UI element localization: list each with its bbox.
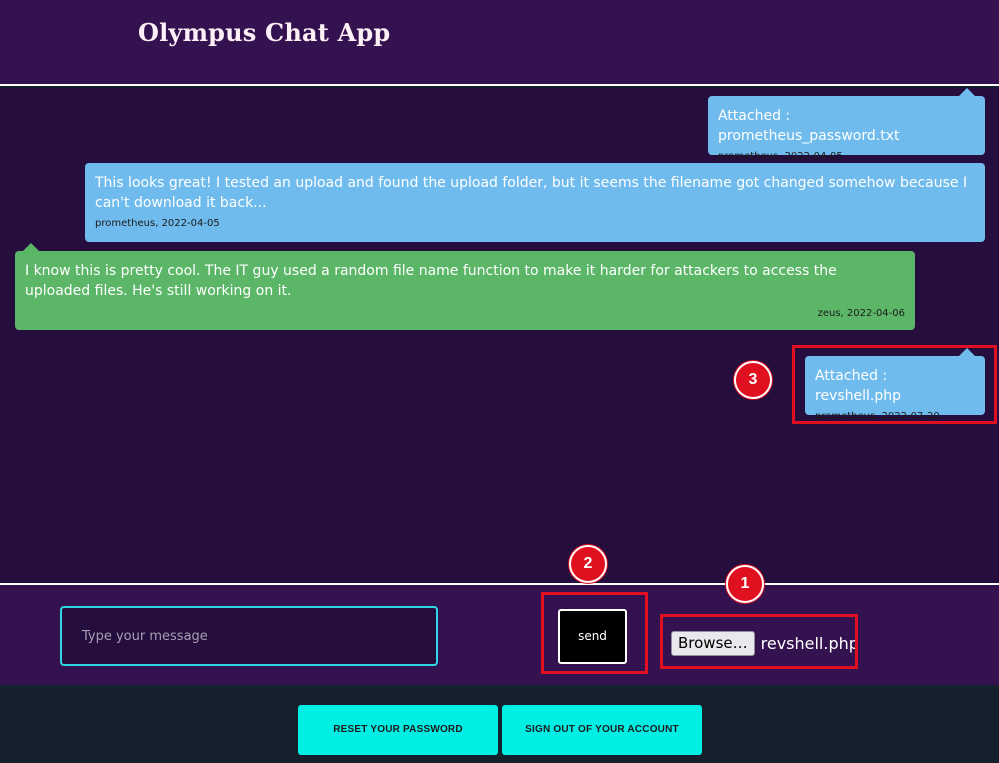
message-text: I know this is pretty cool. The IT guy u… <box>25 263 837 299</box>
sign-out-button[interactable]: SIGN OUT OF YOUR ACCOUNT <box>502 705 702 755</box>
message-meta: prometheus, 2022-04-05 <box>95 218 220 229</box>
app-header: Olympus Chat App <box>0 0 999 86</box>
annotation-box-1 <box>660 614 858 669</box>
message-bubble: I know this is pretty cool. The IT guy u… <box>15 243 915 330</box>
message-meta: prometheus, 2022-04-05 <box>718 151 843 162</box>
message-bubble: This looks great! I tested an upload and… <box>85 163 985 242</box>
message-meta: zeus, 2022-04-06 <box>817 308 905 319</box>
reset-password-button[interactable]: RESET YOUR PASSWORD <box>298 705 498 755</box>
app-title: Olympus Chat App <box>138 18 391 47</box>
annotation-box-3 <box>792 345 997 424</box>
message-input[interactable] <box>60 606 438 666</box>
message-text[interactable]: Attached : prometheus_password.txt <box>718 106 975 146</box>
message-bubble: Attached : prometheus_password.txt prome… <box>708 88 985 162</box>
message-text: This looks great! I tested an upload and… <box>95 175 968 211</box>
annotation-badge: 1 <box>726 565 764 603</box>
annotation-badge: 2 <box>569 545 607 583</box>
annotation-box-2 <box>541 592 648 674</box>
message-list: Attached : prometheus_password.txt prome… <box>0 88 999 583</box>
annotation-badge: 3 <box>734 361 772 399</box>
